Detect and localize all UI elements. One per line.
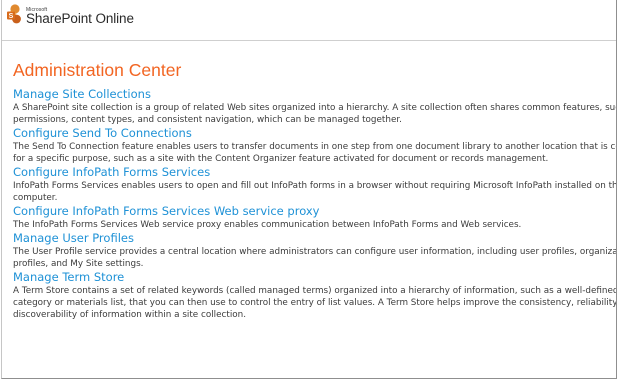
svg-text:S: S: [9, 13, 14, 20]
section-description: InfoPath Forms Services enables users to…: [13, 180, 617, 204]
section-title-link[interactable]: Manage User Profiles: [13, 231, 616, 246]
admin-section: Configure InfoPath Forms Services Web se…: [13, 204, 616, 231]
section-description-line: The User Profile service provides a cent…: [13, 247, 617, 257]
admin-section: Manage Site Collections A SharePoint site…: [13, 87, 617, 126]
section-description-line: profiles, and My Site settings.: [13, 259, 144, 269]
section-title-link[interactable]: Manage Term Store: [13, 270, 616, 285]
header-divider: [2, 40, 616, 41]
admin-section: Manage User Profiles The User Profile ser…: [13, 231, 617, 270]
section-title-link[interactable]: Configure InfoPath Forms Services Web se…: [13, 204, 616, 219]
section-description: A Term Store contains a set of related k…: [13, 285, 617, 321]
page-title: Administration Center: [13, 60, 182, 80]
section-description-line: category or materials list, that you can…: [13, 298, 617, 308]
section-title-link[interactable]: Configure InfoPath Forms Services: [13, 165, 616, 180]
admin-section: Configure InfoPath Forms Services InfoPat…: [13, 165, 617, 204]
main-content: Administration Center Manage Site Collec…: [13, 59, 617, 321]
browser-frame: S Microsoft SharePoint Online Administra…: [1, 0, 617, 379]
section-description-line: discoverability of information within a …: [13, 310, 247, 320]
section-description-line: The InfoPath Forms Services Web service …: [13, 220, 522, 230]
admin-section: Configure Send To Connections The Send To…: [13, 126, 617, 165]
section-description: A SharePoint site collection is a group …: [13, 102, 617, 126]
site-header: S Microsoft SharePoint Online: [2, 0, 616, 41]
section-description: The User Profile service provides a cent…: [13, 246, 617, 270]
section-description-line: The Send To Connection feature enables u…: [13, 142, 617, 152]
sharepoint-brand-label: SharePoint Online: [26, 11, 134, 26]
section-list: Manage Site Collections A SharePoint site…: [13, 87, 617, 321]
section-title-link[interactable]: Configure Send To Connections: [13, 126, 616, 141]
sharepoint-logo[interactable]: S Microsoft SharePoint Online: [6, 3, 166, 35]
section-description-line: InfoPath Forms Services enables users to…: [13, 181, 617, 191]
admin-section: Manage Term Store A Term Store contains a…: [13, 270, 617, 321]
section-description-line: A SharePoint site collection is a group …: [13, 103, 617, 113]
section-description: The InfoPath Forms Services Web service …: [13, 219, 616, 231]
section-description-line: computer.: [13, 193, 58, 203]
section-description-line: for a specific purpose, such as a site w…: [13, 154, 549, 164]
sharepoint-logo-icon: S: [7, 4, 21, 24]
section-description: The Send To Connection feature enables u…: [13, 141, 617, 165]
section-description-line: permissions, content types, and consiste…: [13, 115, 402, 125]
section-title-link[interactable]: Manage Site Collections: [13, 87, 616, 102]
section-description-line: A Term Store contains a set of related k…: [13, 286, 617, 296]
